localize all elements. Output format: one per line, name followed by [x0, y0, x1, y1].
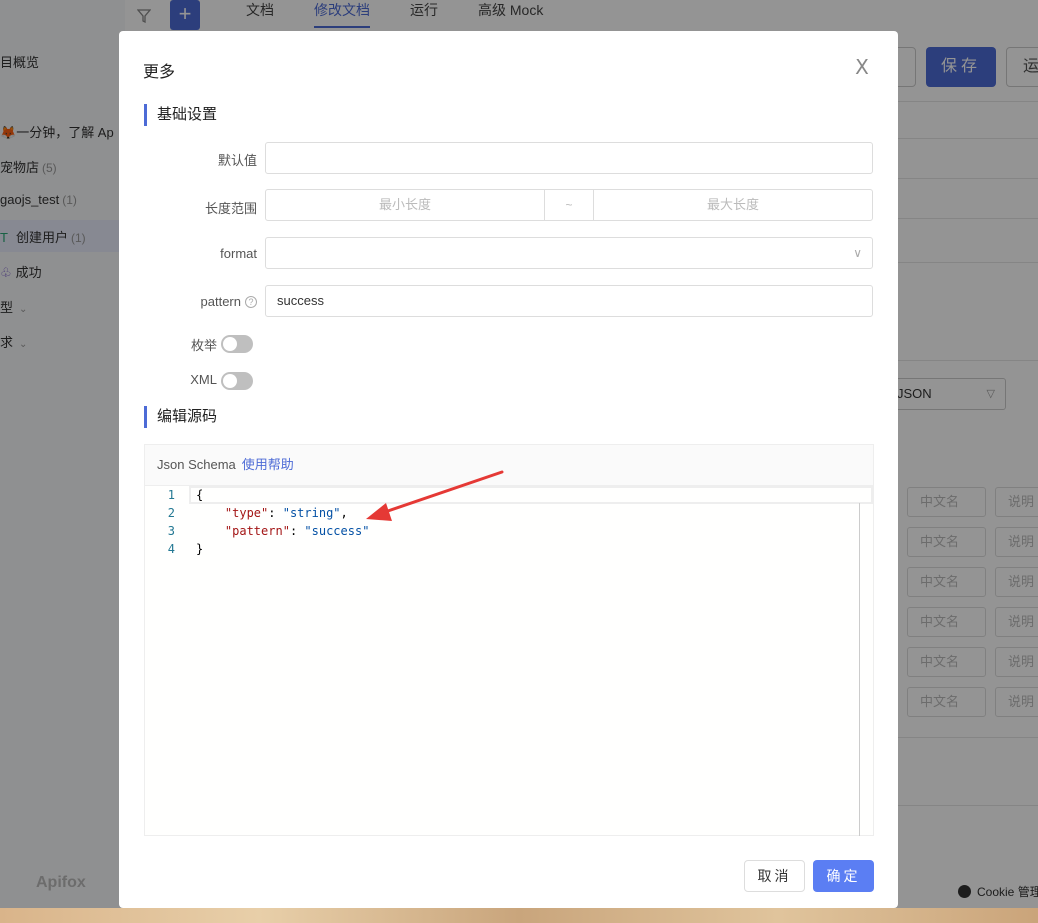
current-line-highlight [189, 486, 873, 504]
format-select[interactable]: ∨ [265, 237, 873, 269]
code-line: "pattern": "success" [224, 524, 370, 538]
help-icon[interactable]: ? [245, 296, 257, 308]
line-number: 1 [167, 488, 175, 502]
code-line: { [196, 488, 204, 502]
editor-help-link[interactable]: 使用帮助 [242, 457, 294, 472]
enum-toggle[interactable] [221, 335, 253, 353]
format-label: format [220, 246, 257, 261]
pattern-value: success [277, 293, 324, 308]
range-separator: ~ [544, 190, 594, 220]
max-length-input[interactable]: 最大长度 [594, 190, 872, 220]
pattern-input[interactable]: success [265, 285, 873, 317]
editor-title: Json Schema [157, 457, 236, 472]
confirm-button[interactable]: 确定 [813, 860, 874, 892]
more-settings-modal: 更多 X 基础设置 默认值 长度范围 最小长度 ~ 最大长度 format ∨ … [119, 31, 898, 908]
line-number: 3 [167, 524, 175, 538]
enum-label: 枚举 [190, 338, 217, 353]
code-editor[interactable]: 1 2 3 4 { "type": "string", "pattern": "… [145, 485, 873, 836]
cancel-button[interactable]: 取消 [744, 860, 805, 892]
code-line: "type": "string", [224, 506, 348, 520]
length-range-group: 最小长度 ~ 最大长度 [265, 189, 873, 221]
pattern-label: pattern? [119, 294, 257, 309]
section-edit-source: 编辑源码 [144, 406, 217, 428]
min-length-input[interactable]: 最小长度 [266, 190, 544, 220]
xml-toggle[interactable] [221, 372, 253, 390]
default-value-label: 默认值 [217, 153, 257, 168]
desktop-background-strip [0, 908, 1038, 923]
xml-label: XML [190, 372, 217, 387]
chevron-down-icon: ∨ [853, 246, 862, 260]
line-number: 2 [167, 506, 175, 520]
modal-title: 更多 [143, 64, 176, 81]
close-icon[interactable]: X [852, 55, 872, 79]
length-range-label: 长度范围 [204, 201, 257, 216]
default-value-input[interactable] [265, 142, 873, 174]
code-line: } [196, 542, 204, 556]
json-schema-editor-panel: Json Schema 使用帮助 1 2 3 4 { "type": "strin… [144, 444, 874, 836]
editor-header: Json Schema 使用帮助 [145, 445, 873, 485]
section-basic-settings: 基础设置 [144, 104, 217, 126]
line-number: 4 [167, 542, 175, 556]
editor-scrollbar[interactable] [859, 503, 860, 836]
